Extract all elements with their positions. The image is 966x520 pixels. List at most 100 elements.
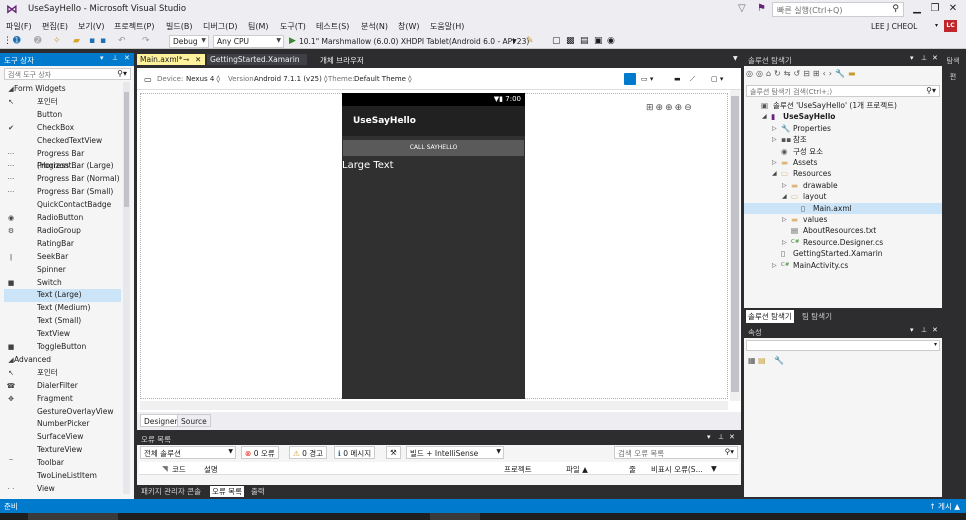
solution-tree-item[interactable]: ▷ ▬ drawable — [744, 180, 942, 192]
avatar[interactable]: LC — [944, 20, 957, 32]
side-tab-edit[interactable]: 편 — [946, 72, 960, 82]
preview-icon[interactable]: ▬ — [848, 69, 859, 78]
errors-filter-button[interactable]: ⊗ 0 오류 — [241, 446, 279, 459]
play-icon[interactable]: ▶ — [289, 35, 296, 48]
toolbox-item[interactable]: TextView — [4, 328, 121, 341]
back-icon[interactable]: ◎ — [746, 69, 756, 78]
expander-icon[interactable]: ▷ — [782, 237, 787, 249]
device-select[interactable]: Nexus 4 ◊ — [186, 75, 220, 83]
toolbox-item[interactable]: ✥ Fragment — [4, 393, 121, 406]
expander-icon[interactable]: ◢ — [772, 168, 777, 180]
tab-package-manager-console[interactable]: 패키지 관리자 콘솔 — [139, 486, 203, 497]
pin-icon[interactable]: ⊸ — [183, 55, 189, 64]
zoom-out-icon[interactable]: ⊖ — [684, 103, 694, 113]
toolbox-item[interactable]: ··· Progress Bar (Normal) — [4, 173, 121, 186]
menu-edit[interactable]: 편집(E) — [42, 21, 68, 32]
properties-wrench-icon[interactable]: 🔧 — [835, 69, 848, 78]
menu-debug[interactable]: 디버그(D) — [203, 21, 237, 32]
column-file[interactable]: 파일 ▲ — [566, 464, 588, 475]
menu-team[interactable]: 팀(M) — [248, 21, 269, 32]
tab-getting-started[interactable]: GettingStarted.Xamarin — [207, 54, 307, 65]
version-select[interactable]: Android 7.1.1 (v25) ◊ — [254, 75, 328, 83]
solution-tree-item[interactable]: ▷ ▬ values — [744, 214, 942, 226]
feedback-flag-icon[interactable]: ⚑ — [757, 3, 766, 14]
categorized-icon[interactable]: ▦ — [748, 356, 756, 365]
portrait-toggle-icon[interactable] — [624, 73, 636, 85]
run-target-dropdown-icon[interactable]: ▼ — [512, 35, 517, 48]
toolbox-item[interactable]: QuickContactBadge — [4, 199, 121, 212]
call-sayhello-button[interactable]: CALL SAYHELLO — [343, 140, 524, 156]
toolbox-item[interactable]: TwoLineListItem — [4, 470, 121, 483]
toolbox-item[interactable]: ■ Switch — [4, 277, 121, 290]
menu-test[interactable]: 테스트(S) — [316, 21, 349, 32]
toolbox-search-input[interactable]: 검색 도구 상자 ⚲▾ — [4, 68, 131, 80]
toolbox-scroll-thumb[interactable] — [124, 92, 129, 207]
toolbox-group[interactable]: ◢ Form Widgets — [4, 83, 121, 96]
solution-tree-item[interactable]: ◢ ▭ Resources — [744, 168, 942, 180]
expander-icon[interactable]: ▷ — [772, 123, 777, 135]
solution-tree-item[interactable]: ▷ 🔧 Properties — [744, 123, 942, 135]
user-dropdown-icon[interactable]: ▾ — [935, 22, 938, 29]
solution-tree-item[interactable]: ▷ ▬ Assets — [744, 157, 942, 169]
menu-project[interactable]: 프로젝트(P) — [114, 21, 155, 32]
panel-menu-icon[interactable]: ▾ — [707, 433, 711, 441]
pin-icon[interactable]: ⊥ — [921, 54, 927, 62]
tab-error-list[interactable]: 오류 목록 — [210, 486, 244, 497]
solution-tree-item[interactable]: ◉ 구성 요소 — [744, 146, 942, 158]
alphabetical-icon[interactable]: ▤ — [758, 356, 766, 365]
emulator-icon[interactable]: ▣ — [594, 35, 603, 48]
configuration-select[interactable]: Debug ▼ — [169, 35, 209, 48]
close-icon[interactable]: ✕ — [932, 326, 938, 334]
expander-icon[interactable]: ▷ — [782, 180, 787, 192]
design-scroll-thumb[interactable] — [731, 96, 739, 392]
toolbox-item[interactable]: TextureView — [4, 444, 121, 457]
show-all-files-icon[interactable]: ⊞ — [813, 69, 823, 78]
tab-object-browser[interactable]: 개체 브라우저 — [317, 54, 387, 65]
run-target-button[interactable]: 10.1" Marshmallow (6.0.0) XHDPI Tablet(A… — [299, 35, 529, 48]
minimize-button[interactable]: ▁ — [910, 2, 924, 16]
solution-tree-item[interactable]: ▣ 솔루션 'UseSayHello' (1개 프로젝트) — [744, 100, 942, 112]
tab-designer[interactable]: Designer — [140, 414, 182, 427]
solution-tree-item[interactable]: ▷ C# MainActivity.cs — [744, 260, 942, 272]
device-icon[interactable]: ▢ — [552, 35, 561, 48]
error-search-input[interactable]: 검색 오류 목록 ⚲▾ — [614, 446, 738, 459]
design-horizontal-scrollbar[interactable] — [140, 401, 728, 410]
expander-icon[interactable]: ▷ — [772, 134, 777, 146]
solution-tree-item[interactable]: ▷ C# Resource.Designer.cs — [744, 237, 942, 249]
new-project-icon[interactable]: ✧ — [53, 35, 61, 48]
toolbox-item[interactable]: ■ ToggleButton — [4, 341, 121, 354]
toolbox-item[interactable]: · · View — [4, 483, 121, 496]
column-description[interactable]: 설명 — [204, 464, 218, 475]
zoom-in-icon[interactable]: ⊕ — [665, 103, 675, 113]
toolbox-item[interactable]: ☎ DialerFilter — [4, 380, 121, 393]
toolbox-item[interactable]: ◉ RadioButton — [4, 212, 121, 225]
tab-output[interactable]: 출력 — [249, 486, 267, 497]
tab-list-dropdown-icon[interactable]: ▼ — [733, 55, 738, 62]
platform-select[interactable]: Any CPU ▼ — [213, 35, 284, 48]
toolbox-item[interactable]: GestureOverlayView — [4, 406, 121, 419]
forward-icon[interactable]: ◎ — [756, 69, 766, 78]
save-all-icon[interactable]: ▪ — [100, 35, 106, 48]
notification-filter-icon[interactable]: ▽ — [738, 3, 746, 14]
landscape-toggle-icon[interactable]: ▭ ▾ — [641, 75, 653, 83]
warnings-filter-button[interactable]: ⚠ 0 경고 — [289, 446, 328, 459]
solution-tree-item[interactable]: ◢ ▮ UseSayHello — [744, 111, 942, 123]
collapse-all-icon[interactable]: ⊟ — [803, 69, 813, 78]
expander-icon[interactable]: ◢ — [762, 111, 767, 123]
menu-tools[interactable]: 도구(T) — [280, 21, 306, 32]
toolbox-item[interactable]: Button — [4, 109, 121, 122]
close-button[interactable]: ✕ — [946, 2, 960, 16]
solution-tree-item[interactable]: ▯ Main.axml — [744, 202, 942, 215]
expander-icon[interactable]: ▷ — [772, 157, 777, 169]
column-line[interactable]: 줄 — [629, 464, 636, 475]
save-icon[interactable]: ▪ — [89, 35, 95, 48]
close-icon[interactable]: ✕ — [729, 433, 735, 441]
close-tab-icon[interactable]: ✕ — [195, 55, 201, 64]
expander-icon[interactable]: ▷ — [782, 214, 787, 226]
pen-icon[interactable]: ⟋ — [690, 75, 695, 84]
redo-icon[interactable]: ↷ — [142, 35, 150, 48]
menu-analyze[interactable]: 분석(N) — [361, 21, 388, 32]
maximize-button[interactable]: ❐ — [928, 2, 942, 16]
solution-tree-item[interactable]: ▯ GettingStarted.Xamarin — [744, 248, 942, 260]
side-tab-explorer[interactable]: 탐색 — [946, 56, 960, 66]
